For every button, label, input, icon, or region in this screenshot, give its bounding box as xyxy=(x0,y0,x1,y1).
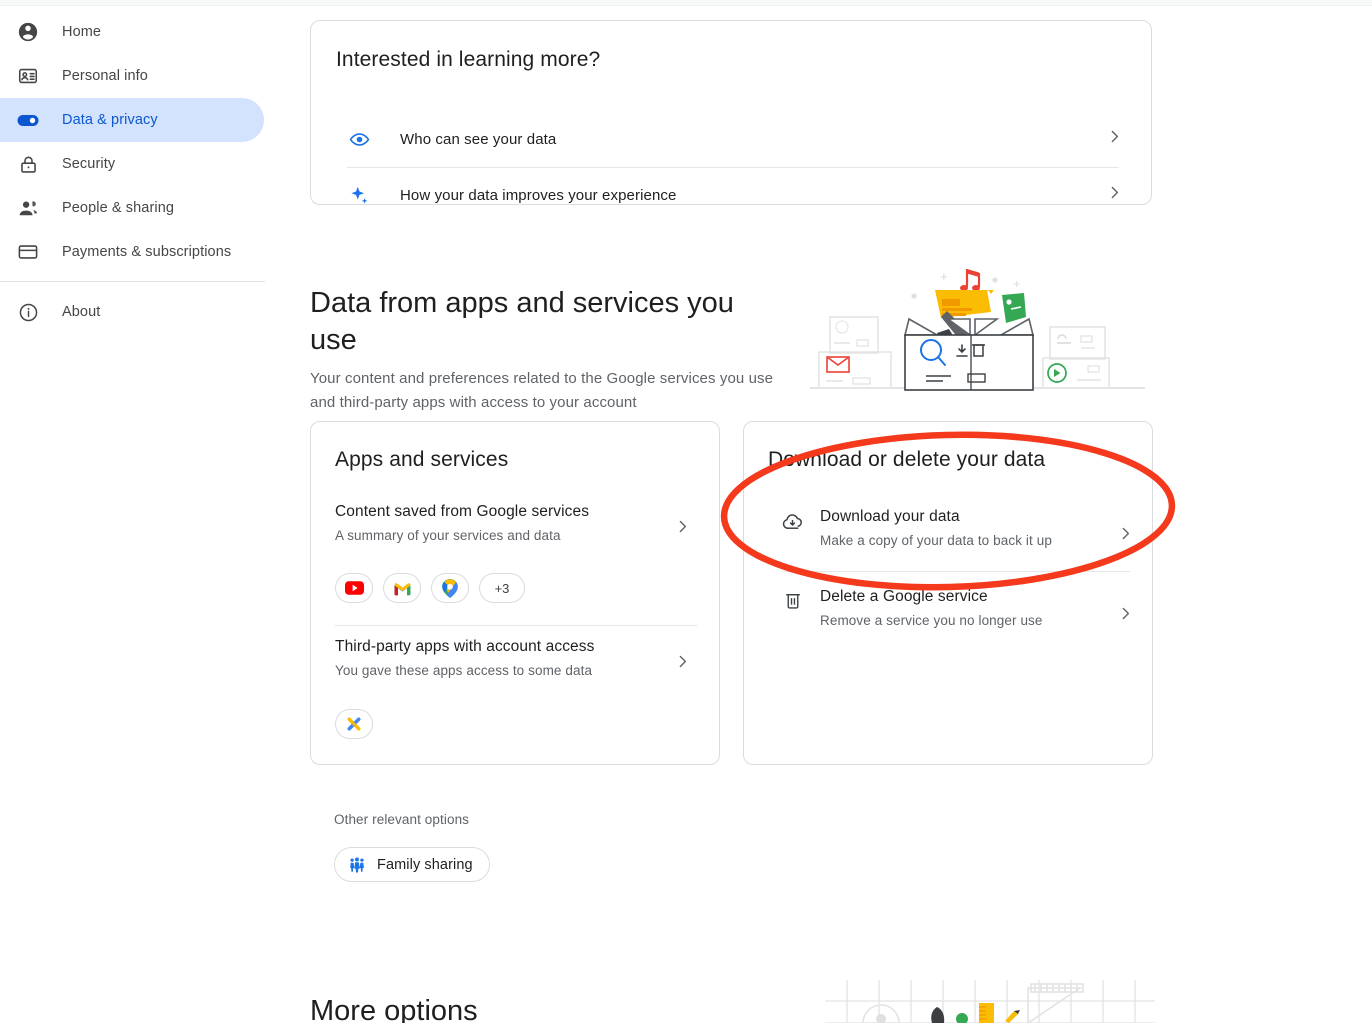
other-relevant-options-label: Other relevant options xyxy=(334,812,470,827)
account-circle-icon xyxy=(16,20,40,44)
maps-icon[interactable] xyxy=(431,573,469,603)
learn-more-row-label: How your data improves your experience xyxy=(400,186,677,204)
google-account-data-privacy-page: Home Personal info Data & privacy Securi… xyxy=(0,0,1372,1023)
row-subtitle: You gave these apps access to some data xyxy=(335,663,593,678)
more-options-illustration xyxy=(825,975,1155,1023)
download-or-delete-title: Download or delete your data xyxy=(768,448,1046,471)
sidebar-navigation: Home Personal info Data & privacy Securi… xyxy=(0,10,280,340)
sidebar-item-about[interactable]: About xyxy=(0,290,264,334)
chevron-right-icon[interactable] xyxy=(674,653,691,675)
eye-icon xyxy=(347,127,371,151)
learn-more-row-who-can-see-your-data[interactable]: Who can see your data xyxy=(311,111,1153,167)
credit-card-icon xyxy=(16,240,40,264)
row-title: Delete a Google service xyxy=(820,588,988,605)
chevron-right-icon xyxy=(1106,128,1123,150)
sidebar-item-security[interactable]: Security xyxy=(0,142,264,186)
sidebar-item-home[interactable]: Home xyxy=(0,10,264,54)
apps-and-services-card: Apps and services Content saved from Goo… xyxy=(310,421,720,765)
sidebar-item-label: About xyxy=(62,304,101,320)
chevron-right-icon[interactable] xyxy=(1117,525,1134,547)
row-download-your-data[interactable]: Download your data Make a copy of your d… xyxy=(820,508,1110,548)
sidebar-item-personal-info[interactable]: Personal info xyxy=(0,54,264,98)
apps-and-services-illustration: + + xyxy=(805,255,1150,405)
row-title: Third-party apps with account access xyxy=(335,638,595,655)
row-content-saved-from-google-services[interactable]: Content saved from Google services A sum… xyxy=(335,503,665,543)
row-title: Download your data xyxy=(820,508,960,525)
learn-more-row-label: Who can see your data xyxy=(400,130,557,148)
apps-and-services-title: Apps and services xyxy=(335,448,509,471)
sidebar-item-label: Data & privacy xyxy=(62,112,158,128)
sidebar-item-label: Personal info xyxy=(62,68,148,84)
family-sharing-label: Family sharing xyxy=(377,856,473,873)
saved-content-app-chips: +3 xyxy=(335,573,525,603)
row-subtitle: A summary of your services and data xyxy=(335,528,561,543)
download-card-divider xyxy=(782,571,1130,572)
toggle-on-icon xyxy=(16,108,40,132)
cloud-download-icon xyxy=(781,510,805,539)
sidebar-item-data-privacy[interactable]: Data & privacy xyxy=(0,98,264,142)
sparkle-icon xyxy=(347,183,371,207)
chevron-right-icon[interactable] xyxy=(674,518,691,540)
badge-icon xyxy=(16,64,40,88)
more-apps-count-chip[interactable]: +3 xyxy=(479,573,525,603)
info-icon xyxy=(16,300,40,324)
row-third-party-apps-with-account-access[interactable]: Third-party apps with account access You… xyxy=(335,638,665,678)
sidebar-item-people-sharing[interactable]: People & sharing xyxy=(0,186,264,230)
sidebar-item-payments-subscriptions[interactable]: Payments & subscriptions xyxy=(0,230,264,274)
sidebar-item-label: Payments & subscriptions xyxy=(62,244,232,260)
row-delete-a-google-service[interactable]: Delete a Google service Remove a service… xyxy=(820,588,1110,628)
third-party-app-chips xyxy=(335,709,373,739)
gmail-icon[interactable] xyxy=(383,573,421,603)
people-icon xyxy=(16,196,40,220)
sidebar-divider xyxy=(0,281,265,282)
family-sharing-chip[interactable]: Family sharing xyxy=(334,847,490,882)
youtube-icon[interactable] xyxy=(335,573,373,603)
chevron-right-icon[interactable] xyxy=(1117,605,1134,627)
download-or-delete-card: Download or delete your data Download yo… xyxy=(743,421,1153,765)
data-section-title: Data from apps and services you use xyxy=(310,287,734,357)
learn-more-row-how-your-data-improves-your-experience[interactable]: How your data improves your experience xyxy=(311,167,1153,223)
svg-text:+: + xyxy=(1013,276,1021,291)
row-subtitle: Make a copy of your data to back it up xyxy=(820,533,1052,548)
chevron-right-icon xyxy=(1106,184,1123,206)
window-top-strip xyxy=(0,0,1372,6)
learn-more-title: Interested in learning more? xyxy=(336,48,601,71)
sidebar-item-label: Home xyxy=(62,24,102,40)
row-title: Content saved from Google services xyxy=(335,503,590,520)
third-party-app-icon[interactable] xyxy=(335,709,373,739)
sidebar-item-label: Security xyxy=(62,156,116,172)
lock-icon xyxy=(16,152,40,176)
row-subtitle: Remove a service you no longer use xyxy=(820,613,1043,628)
trash-icon xyxy=(782,589,804,616)
sidebar-item-label: People & sharing xyxy=(62,200,175,216)
svg-text:+: + xyxy=(940,269,948,284)
data-section-subtitle: Your content and preferences related to … xyxy=(310,370,774,411)
more-options-title: More options xyxy=(310,995,478,1023)
apps-card-divider xyxy=(335,625,697,626)
family-icon xyxy=(348,856,366,874)
learn-more-card: Interested in learning more? Who can see… xyxy=(310,20,1152,205)
